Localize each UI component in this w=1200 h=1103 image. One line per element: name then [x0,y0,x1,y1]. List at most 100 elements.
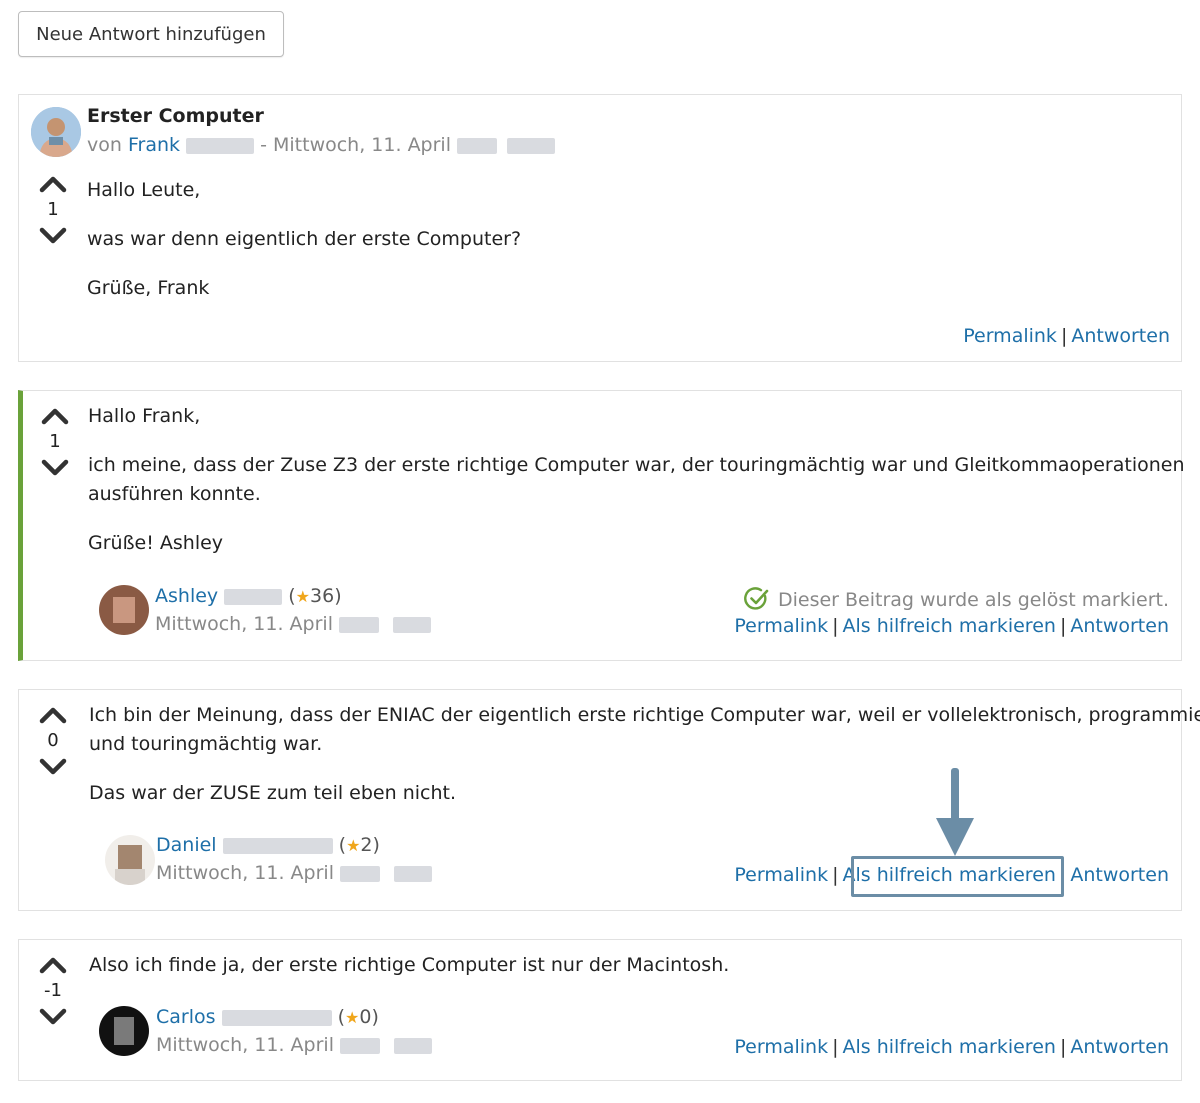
mark-helpful-link[interactable]: Als hilfreich markieren [842,615,1055,637]
chevron-up-icon[interactable] [39,405,71,427]
permalink-link[interactable]: Permalink [734,864,828,886]
avatar[interactable] [99,585,149,635]
chevron-up-icon[interactable] [37,704,69,726]
redacted-time [393,616,432,633]
vote-widget: 0 [37,704,69,778]
post-actions: Permalink | Antworten [963,325,1170,347]
chevron-up-icon[interactable] [37,954,69,976]
vote-count: 0 [47,730,59,751]
redacted-time [394,1037,433,1054]
permalink-link[interactable]: Permalink [963,325,1057,347]
points-open: ( [338,834,347,856]
star-icon: ★ [346,836,361,855]
separator: | [832,864,839,886]
redacted-date [340,865,381,882]
paragraph: Also ich finde ja, der erste richtige Co… [89,954,730,976]
redacted-time [507,137,556,154]
redacted-lastname [221,1009,332,1026]
separator: | [832,615,839,637]
author-line: Ashley (★36) [155,585,342,607]
solved-text: Dieser Beitrag wurde als gelöst markiert… [777,589,1169,611]
paragraph: ausführen konnte. [88,483,261,505]
paragraph: Grüße, Frank [87,277,210,299]
separator: | [1059,615,1067,637]
redacted-date [340,1037,381,1054]
answer-post: -1 Also ich finde ja, der erste richtige… [18,939,1182,1081]
solved-note: Dieser Beitrag wurde als gelöst markiert… [744,587,1169,611]
author-line: Daniel (★2) [156,834,380,856]
author-link[interactable]: Ashley [155,585,218,607]
reply-link[interactable]: Antworten [1070,864,1169,886]
vote-count: -1 [44,980,62,1001]
avatar[interactable] [31,107,81,157]
author-link[interactable]: Carlos [156,1006,216,1028]
author-link[interactable]: Frank [128,134,180,156]
chevron-down-icon[interactable] [39,457,71,479]
chevron-down-icon[interactable] [37,225,69,247]
reply-link[interactable]: Antworten [1071,325,1170,347]
star-icon: ★ [345,1008,360,1027]
paragraph: Grüße! Ashley [88,532,224,554]
vote-widget: -1 [37,954,69,1028]
annotation-highlight-box [851,856,1064,897]
paragraph: und touringmächtig war. [89,733,323,755]
permalink-link[interactable]: Permalink [734,1036,828,1058]
vote-count: 1 [49,431,61,452]
points-open: ( [288,585,296,607]
post-date: - Mittwoch, 11. April [260,134,451,156]
date-line: Mittwoch, 11. April [155,613,432,635]
chevron-down-icon[interactable] [37,756,69,778]
post-date: Mittwoch, 11. April [155,613,333,635]
question-author-line: von Frank - Mittwoch, 11. April [87,134,556,156]
separator: | [1060,325,1068,347]
author-line: Carlos (★0) [156,1006,379,1028]
mark-helpful-link[interactable]: Als hilfreich markieren [842,1036,1055,1058]
user-points: 2 [360,834,373,856]
question-title: Erster Computer [87,105,264,127]
points-open: ( [337,1006,346,1028]
post-date: Mittwoch, 11. April [156,1034,334,1056]
redacted-lastname [224,588,283,605]
author-link[interactable]: Daniel [156,834,217,856]
post-actions: Permalink | Als hilfreich markieren | Antwor… [734,1036,1169,1058]
question-post: Erster Computer von Frank - Mittwoch, 11… [18,94,1182,362]
paragraph: was war denn eigentlich der erste Comput… [87,228,522,250]
redacted-date [339,616,380,633]
paragraph: Ich bin der Meinung, dass der ENIAC der … [89,704,1200,726]
post-date: Mittwoch, 11. April [156,862,334,884]
new-answer-button[interactable]: Neue Antwort hinzufügen [18,11,284,57]
annotation-arrow-icon [936,768,974,856]
paragraph: Das war der ZUSE zum teil eben nicht. [89,782,456,804]
post-actions: Permalink | Als hilfreich markieren | Antwor… [734,615,1169,637]
avatar[interactable] [99,1006,149,1056]
redacted-time [394,865,433,882]
chevron-down-icon[interactable] [37,1006,69,1028]
star-icon: ★ [295,587,311,606]
user-points: 0 [359,1006,372,1028]
vote-widget: 1 [39,405,71,479]
reply-link[interactable]: Antworten [1070,1036,1169,1058]
paragraph: ich meine, dass der Zuse Z3 der erste ri… [88,454,1185,476]
by-prefix: von [87,134,122,156]
user-points: 36 [310,585,335,607]
points-close: ) [371,1006,379,1028]
redacted-date [457,137,498,154]
paragraph: Hallo Frank, [88,405,201,427]
redacted-lastname [186,137,255,154]
permalink-link[interactable]: Permalink [734,615,828,637]
check-circle-icon [744,587,769,610]
separator: | [1059,1036,1067,1058]
avatar[interactable] [105,835,155,885]
reply-link[interactable]: Antworten [1070,615,1169,637]
vote-widget: 1 [37,173,69,247]
redacted-lastname [222,837,333,854]
chevron-up-icon[interactable] [37,173,69,195]
date-line: Mittwoch, 11. April [156,862,433,884]
points-close: ) [372,834,380,856]
separator: | [832,1036,839,1058]
vote-count: 1 [47,199,59,220]
date-line: Mittwoch, 11. April [156,1034,433,1056]
paragraph: Hallo Leute, [87,179,201,201]
answer-post: 1 Hallo Frank, ich meine, dass der Zuse … [18,390,1185,661]
points-close: ) [334,585,342,607]
